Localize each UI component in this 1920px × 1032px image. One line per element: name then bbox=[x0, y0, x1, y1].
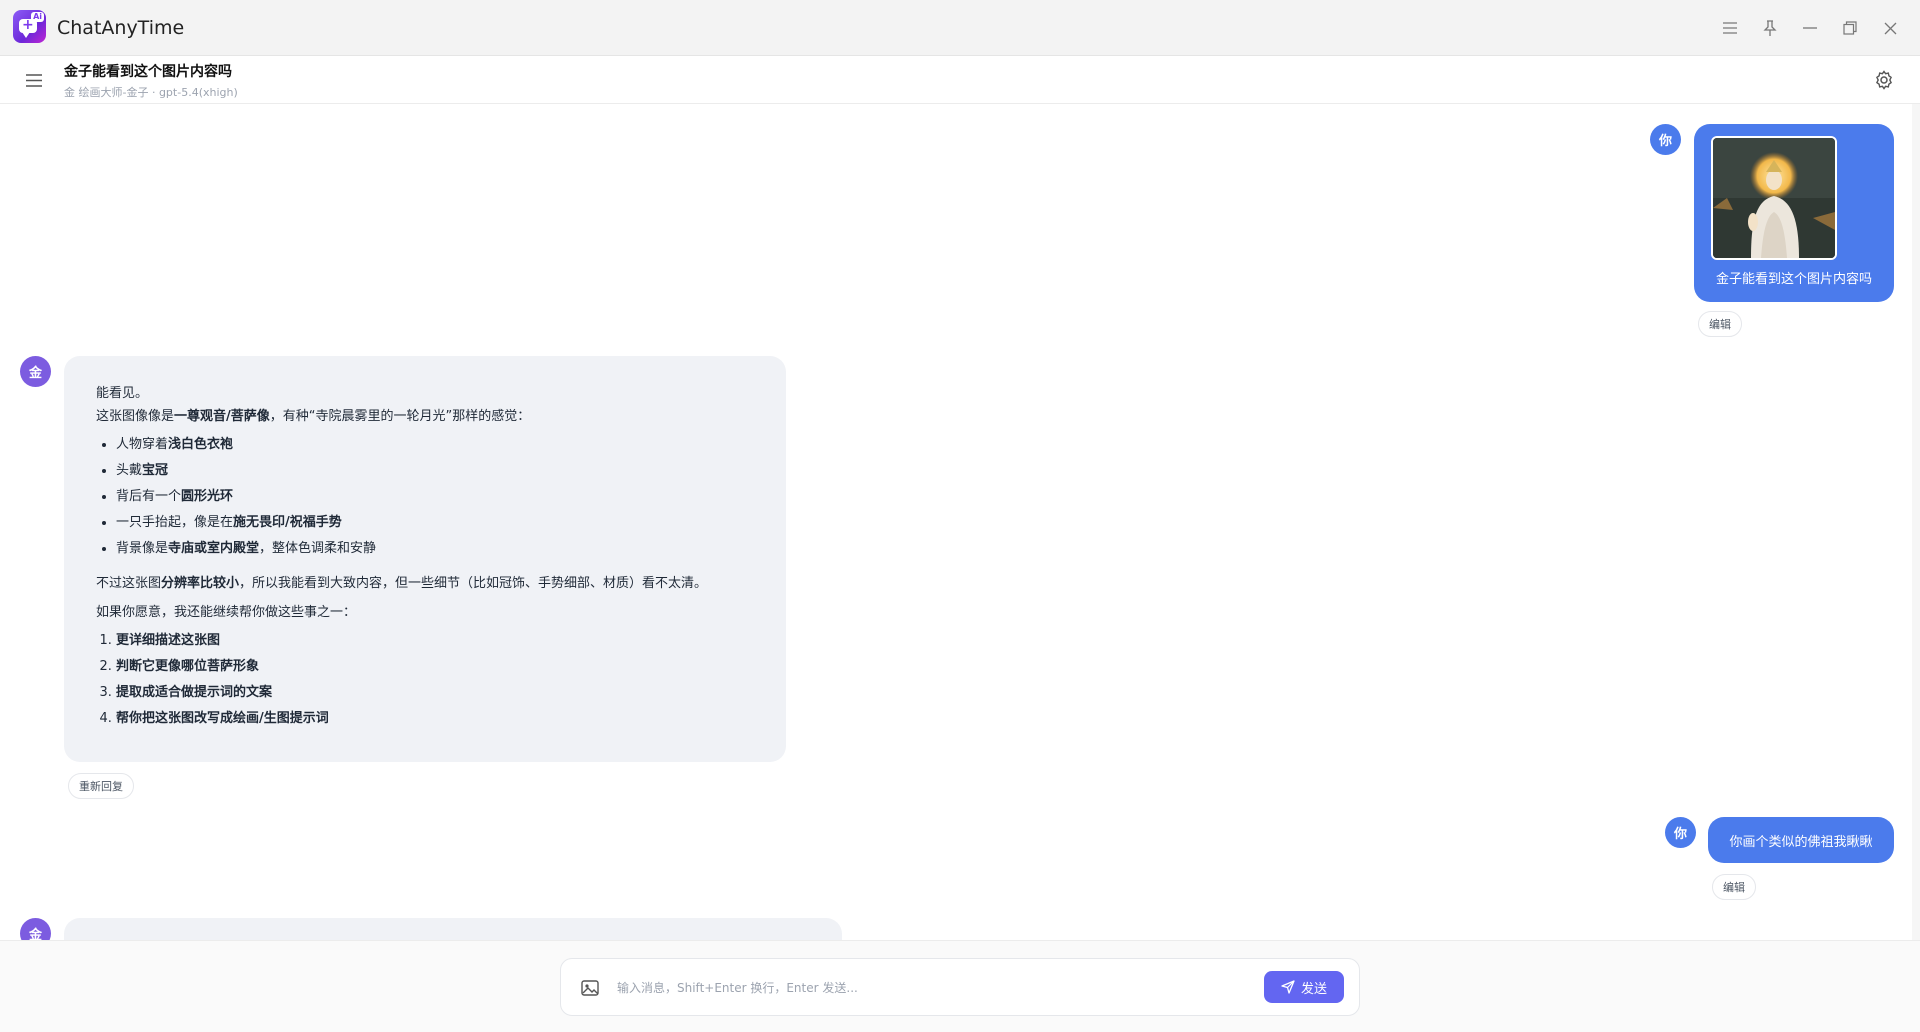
bot-text-line: 这张图像像是一尊观音/菩萨像，有种“寺院晨雾里的一轮月光”那样的感觉： bbox=[96, 409, 531, 424]
title-bar: + Ai ChatAnyTime bbox=[0, 0, 1920, 56]
restore-icon[interactable] bbox=[1836, 14, 1864, 42]
message-input[interactable] bbox=[617, 977, 1217, 999]
send-button[interactable]: 发送 bbox=[1264, 971, 1344, 1003]
bot-text-line: 不过这张图分辨率比较小，所以我能看到大致内容，但一些细节（比如冠饰、手势细部、材… bbox=[96, 576, 708, 591]
app-title: ChatAnyTime bbox=[57, 17, 185, 39]
close-icon[interactable] bbox=[1876, 14, 1904, 42]
composer-box: 发送 bbox=[560, 958, 1360, 1016]
list-item: 一只手抬起，像是在施无畏印/祝福手势 bbox=[116, 510, 754, 536]
edit-button[interactable]: 编辑 bbox=[1712, 874, 1756, 900]
regenerate-button[interactable]: 重新回复 bbox=[68, 773, 134, 799]
send-label: 发送 bbox=[1300, 980, 1327, 996]
pin-icon[interactable] bbox=[1756, 14, 1784, 42]
user-avatar: 你 bbox=[1665, 817, 1696, 848]
bot-message-bubble: 能看见。 这张图像像是一尊观音/菩萨像，有种“寺院晨雾里的一轮月光”那样的感觉：… bbox=[64, 356, 786, 762]
bot-bullet-list: 人物穿着浅白色衣袍 头戴宝冠 背后有一个圆形光环 一只手抬起，像是在施无畏印/祝… bbox=[116, 432, 754, 562]
bot-avatar: 金 bbox=[20, 356, 51, 387]
menu-icon[interactable] bbox=[1716, 14, 1744, 42]
chat-subtitle: 金 绘画大师-金子 · gpt-5.4(xhigh) bbox=[64, 86, 238, 99]
list-item: 人物穿着浅白色衣袍 bbox=[116, 432, 754, 458]
sidebar-toggle-icon[interactable] bbox=[22, 68, 46, 92]
edit-button[interactable]: 编辑 bbox=[1698, 311, 1742, 337]
list-item: 头戴宝冠 bbox=[116, 458, 754, 484]
user-avatar: 你 bbox=[1650, 124, 1681, 155]
app-logo-icon: + Ai bbox=[13, 10, 46, 43]
user-message-text: 你画个类似的佛祖我瞅瞅 bbox=[1729, 834, 1873, 850]
bot-text-line: 能看见。 bbox=[96, 386, 149, 401]
list-item: 背后有一个圆形光环 bbox=[116, 484, 754, 510]
list-item: 判断它更像哪位菩萨形象 bbox=[116, 654, 754, 680]
bot-text-line: 如果你愿意，我还能继续帮你做这些事之一： bbox=[96, 605, 357, 620]
user-message-text: 金子能看到这个图片内容吗 bbox=[1715, 272, 1872, 287]
user-message-bubble: 你画个类似的佛祖我瞅瞅 bbox=[1708, 817, 1894, 863]
bot-option-list: 更详细描述这张图 判断它更像哪位菩萨形象 提取成适合做提示词的文案 帮你把这张图… bbox=[116, 628, 754, 732]
chat-title: 金子能看到这个图片内容吗 bbox=[64, 64, 232, 80]
settings-gear-icon[interactable] bbox=[1872, 68, 1896, 92]
scrollbar[interactable] bbox=[1912, 104, 1920, 940]
chat-header: 金子能看到这个图片内容吗 金 绘画大师-金子 · gpt-5.4(xhigh) bbox=[0, 56, 1920, 104]
composer-area: 发送 bbox=[0, 940, 1920, 1032]
list-item: 背景像是寺庙或室内殿堂，整体色调柔和安静 bbox=[116, 536, 754, 562]
send-icon bbox=[1281, 980, 1295, 994]
attached-image[interactable] bbox=[1711, 136, 1837, 260]
minimize-icon[interactable] bbox=[1796, 14, 1824, 42]
list-item: 帮你把这张图改写成绘画/生图提示词 bbox=[116, 706, 754, 732]
image-upload-icon[interactable] bbox=[579, 977, 601, 999]
list-item: 提取成适合做提示词的文案 bbox=[116, 680, 754, 706]
list-item: 更详细描述这张图 bbox=[116, 628, 754, 654]
